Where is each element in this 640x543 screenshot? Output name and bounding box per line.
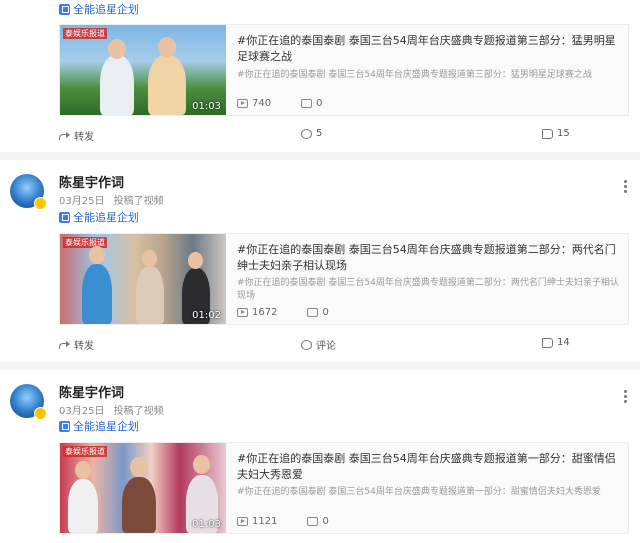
danmaku-count: 0 bbox=[301, 98, 322, 109]
play-icon bbox=[237, 517, 248, 526]
video-card[interactable]: 泰娱乐报道 01:03 #你正在追的泰国泰剧 泰国三台54周年台庆盛典专题报道第… bbox=[59, 442, 629, 534]
verified-badge-icon bbox=[34, 197, 47, 210]
video-duration: 01:02 bbox=[192, 310, 221, 321]
post-meta: 03月25日 投稿了视频 bbox=[59, 402, 170, 417]
play-count: 1121 bbox=[237, 516, 277, 527]
feed-card: 陈星宇作词 03月25日 投稿了视频 全能追星企划 泰娱乐报道 01:02 #你… bbox=[0, 160, 640, 362]
feed-card: 全能追星企划 泰娱乐报道 01:03 #你正在追的泰国泰剧 泰国三台54周年台庆… bbox=[0, 0, 640, 152]
avatar[interactable] bbox=[10, 384, 47, 420]
like-button[interactable]: 15 bbox=[542, 128, 570, 139]
comment-button[interactable]: 评论 bbox=[301, 337, 336, 352]
video-duration: 01:03 bbox=[192, 101, 221, 112]
topic-tag[interactable]: 全能追星企划 bbox=[59, 209, 139, 225]
topic-tag[interactable]: 全能追星企划 bbox=[59, 418, 139, 434]
thumbnail-watermark: 泰娱乐报道 bbox=[63, 446, 107, 457]
video-title[interactable]: #你正在追的泰国泰剧 泰国三台54周年台庆盛典专题报道第三部分：猛男明星足球赛之… bbox=[237, 33, 622, 65]
thumbnail-figure bbox=[122, 477, 156, 533]
action-bar: 转发 评论 14 bbox=[0, 337, 640, 359]
thumbnail-figure bbox=[68, 479, 98, 533]
video-thumbnail[interactable]: 泰娱乐报道 01:03 bbox=[60, 443, 226, 533]
thumbnail-figure bbox=[75, 461, 91, 479]
comment-icon bbox=[301, 128, 312, 139]
like-icon bbox=[542, 337, 553, 348]
thumbnail-figure bbox=[158, 37, 176, 57]
danmaku-icon bbox=[301, 99, 313, 108]
comment-icon bbox=[301, 339, 312, 350]
thumbnail-figure bbox=[188, 252, 203, 269]
play-count-value: 1672 bbox=[252, 307, 278, 318]
comment-label: 评论 bbox=[316, 341, 336, 352]
danmaku-count: 0 bbox=[307, 516, 329, 527]
thumbnail-figure bbox=[130, 457, 148, 477]
thumbnail-figure bbox=[193, 455, 210, 474]
play-count-value: 740 bbox=[252, 98, 272, 109]
video-stats: 740 0 bbox=[237, 98, 352, 109]
thumbnail-figure bbox=[100, 55, 134, 115]
video-thumbnail[interactable]: 泰娱乐报道 01:02 bbox=[60, 234, 226, 324]
thumbnail-figure bbox=[82, 264, 112, 324]
topic-label: 全能追星企划 bbox=[73, 211, 139, 224]
danmaku-count-value: 0 bbox=[322, 307, 329, 318]
avatar[interactable] bbox=[10, 174, 47, 210]
video-description: #你正在追的泰国泰剧 泰国三台54周年台庆盛典专题报道第三部分：猛男明星足球赛之… bbox=[237, 70, 592, 80]
author-name[interactable]: 陈星宇作词 bbox=[59, 382, 124, 401]
thumbnail-figure bbox=[108, 39, 126, 59]
video-stats: 1672 0 bbox=[237, 307, 359, 318]
share-button[interactable]: 转发 bbox=[59, 337, 94, 352]
share-icon bbox=[59, 131, 70, 140]
share-icon bbox=[59, 340, 70, 349]
play-count-value: 1121 bbox=[252, 516, 278, 527]
play-icon bbox=[237, 99, 248, 108]
post-date: 03月25日 bbox=[59, 196, 105, 207]
danmaku-count-value: 0 bbox=[322, 516, 329, 527]
thumbnail-figure bbox=[142, 250, 157, 267]
video-stats: 1121 0 bbox=[237, 516, 359, 527]
thumbnail-watermark: 泰娱乐报道 bbox=[63, 28, 107, 39]
comment-button[interactable]: 5 bbox=[301, 128, 322, 139]
danmaku-icon bbox=[307, 308, 319, 317]
post-source: 投稿了视频 bbox=[113, 406, 164, 417]
like-count: 15 bbox=[557, 128, 570, 139]
topic-icon bbox=[59, 211, 70, 223]
topic-icon bbox=[59, 420, 70, 432]
like-icon bbox=[542, 128, 553, 139]
share-button[interactable]: 转发 bbox=[59, 128, 94, 143]
video-duration: 01:03 bbox=[192, 519, 221, 530]
thumbnail-figure bbox=[136, 266, 164, 324]
video-card[interactable]: 泰娱乐报道 01:03 #你正在追的泰国泰剧 泰国三台54周年台庆盛典专题报道第… bbox=[59, 24, 629, 116]
like-button[interactable]: 14 bbox=[542, 337, 570, 348]
danmaku-count: 0 bbox=[307, 307, 329, 318]
video-thumbnail[interactable]: 泰娱乐报道 01:03 bbox=[60, 25, 226, 115]
video-description: #你正在追的泰国泰剧 泰国三台54周年台庆盛典专题报道第二部分：两代名门绅士夫妇… bbox=[237, 278, 619, 301]
post-source: 投稿了视频 bbox=[113, 196, 164, 207]
play-icon bbox=[237, 308, 248, 317]
like-count: 14 bbox=[557, 337, 570, 348]
topic-label: 全能追星企划 bbox=[73, 3, 139, 16]
danmaku-icon bbox=[307, 517, 319, 526]
comment-count: 5 bbox=[316, 128, 323, 139]
topic-icon bbox=[59, 3, 70, 15]
post-date: 03月25日 bbox=[59, 406, 105, 417]
share-label: 转发 bbox=[74, 341, 94, 352]
topic-label: 全能追星企划 bbox=[73, 420, 139, 433]
play-count: 740 bbox=[237, 98, 271, 109]
post-meta: 03月25日 投稿了视频 bbox=[59, 192, 170, 207]
video-title[interactable]: #你正在追的泰国泰剧 泰国三台54周年台庆盛典专题报道第一部分：甜蜜情侣夫妇大秀… bbox=[237, 451, 622, 483]
topic-tag[interactable]: 全能追星企划 bbox=[59, 1, 139, 17]
more-icon[interactable] bbox=[624, 390, 628, 404]
feed-card: 陈星宇作词 03月25日 投稿了视频 全能追星企划 泰娱乐报道 01:03 #你… bbox=[0, 370, 640, 543]
danmaku-count-value: 0 bbox=[316, 98, 323, 109]
video-card[interactable]: 泰娱乐报道 01:02 #你正在追的泰国泰剧 泰国三台54周年台庆盛典专题报道第… bbox=[59, 233, 629, 325]
author-name[interactable]: 陈星宇作词 bbox=[59, 172, 124, 191]
verified-badge-icon bbox=[34, 407, 47, 420]
share-label: 转发 bbox=[74, 132, 94, 143]
more-icon[interactable] bbox=[624, 180, 628, 194]
action-bar: 转发 5 15 bbox=[0, 128, 640, 150]
video-description: #你正在追的泰国泰剧 泰国三台54周年台庆盛典专题报道第一部分：甜蜜情侣夫妇大秀… bbox=[237, 487, 601, 497]
thumbnail-figure bbox=[89, 246, 105, 264]
video-title[interactable]: #你正在追的泰国泰剧 泰国三台54周年台庆盛典专题报道第二部分：两代名门绅士夫妇… bbox=[237, 242, 622, 274]
play-count: 1672 bbox=[237, 307, 277, 318]
thumbnail-figure bbox=[148, 55, 186, 115]
